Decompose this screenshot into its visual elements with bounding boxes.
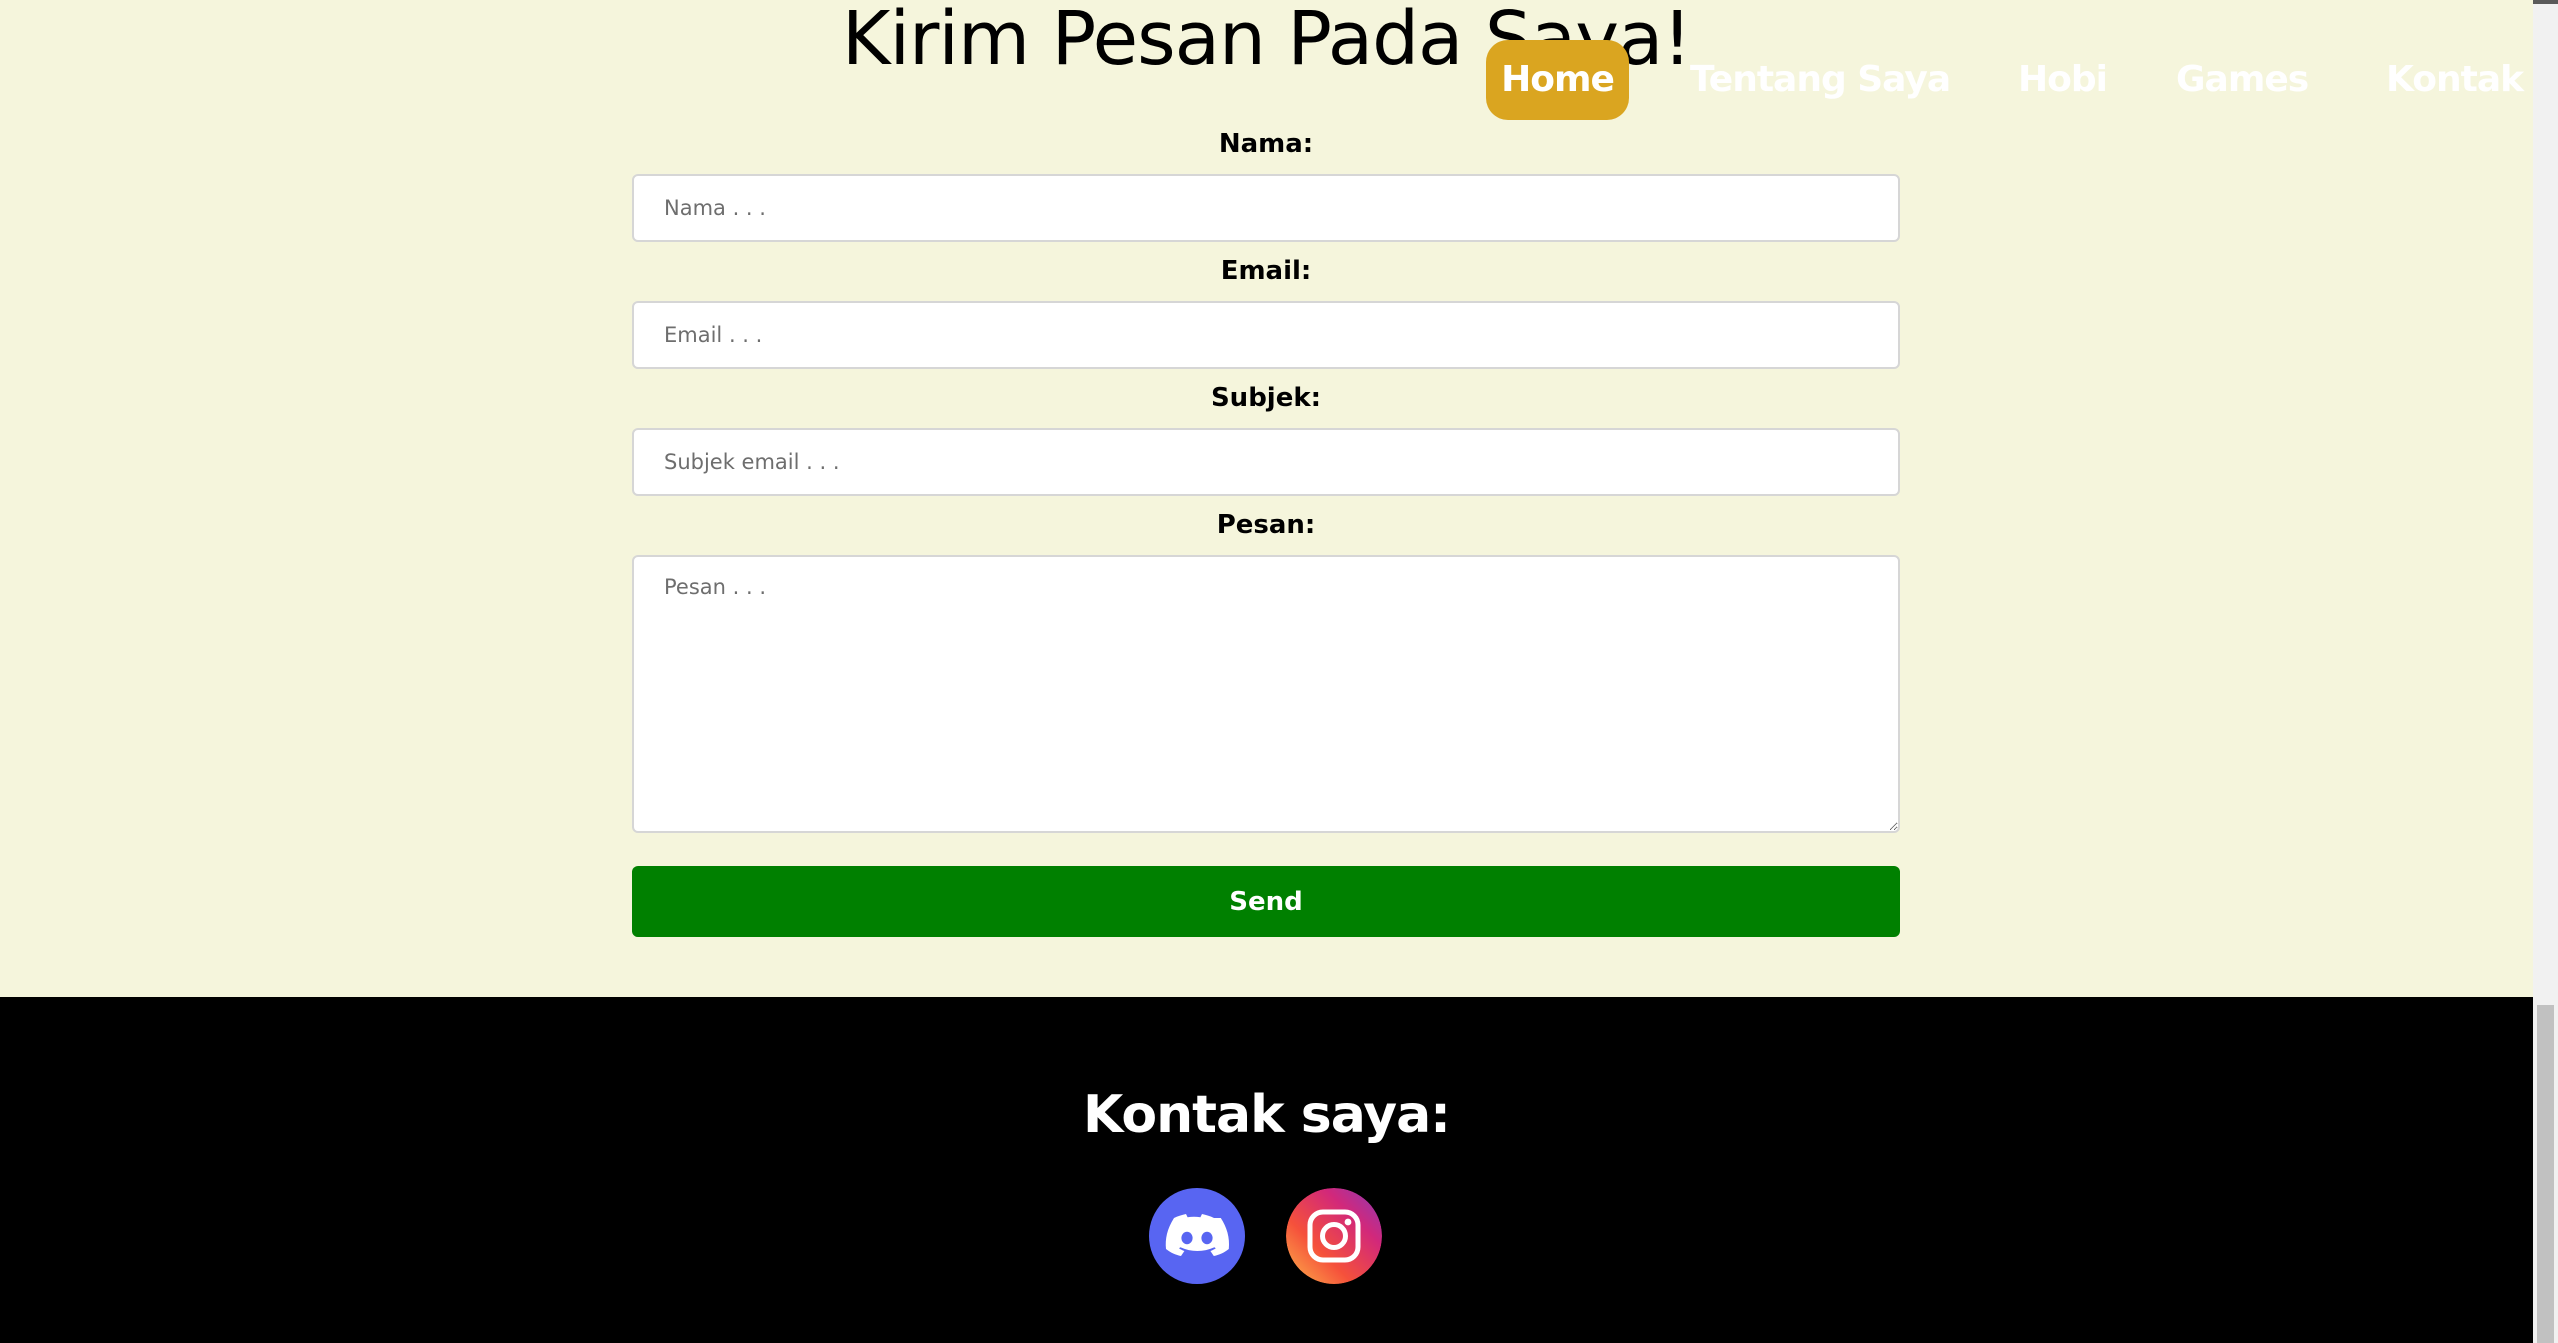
email-label: Email: xyxy=(1220,256,1312,286)
nav-item-games[interactable]: Games xyxy=(2176,40,2309,120)
discord-icon[interactable] xyxy=(1149,1188,1245,1284)
subject-input[interactable] xyxy=(632,428,1900,496)
footer-title: Kontak saya: xyxy=(1083,1085,1451,1145)
message-textarea[interactable] xyxy=(632,555,1900,833)
nav-item-hobi[interactable]: Hobi xyxy=(2018,40,2108,120)
send-button[interactable]: Send xyxy=(632,866,1900,937)
subject-label: Subjek: xyxy=(1210,383,1322,413)
navbar: Home Tentang Saya Hobi Games Kontak xyxy=(1486,40,2533,120)
instagram-icon[interactable] xyxy=(1286,1188,1382,1284)
contact-form-section: Kirim Pesan Pada Saya! Nama: Email: Subj… xyxy=(0,0,2533,997)
scrollbar-thumb[interactable] xyxy=(2537,1005,2554,1343)
nav-item-tentang-saya[interactable]: Tentang Saya xyxy=(1690,40,1951,120)
email-input[interactable] xyxy=(632,301,1900,369)
name-label: Nama: xyxy=(1218,129,1314,159)
page: Kirim Pesan Pada Saya! Nama: Email: Subj… xyxy=(0,0,2533,1343)
name-input[interactable] xyxy=(632,174,1900,242)
nav-item-home[interactable]: Home xyxy=(1486,40,1629,120)
message-label: Pesan: xyxy=(1216,510,1316,540)
nav-item-kontak[interactable]: Kontak xyxy=(2386,40,2524,120)
footer: Kontak saya: xyxy=(0,997,2533,1343)
